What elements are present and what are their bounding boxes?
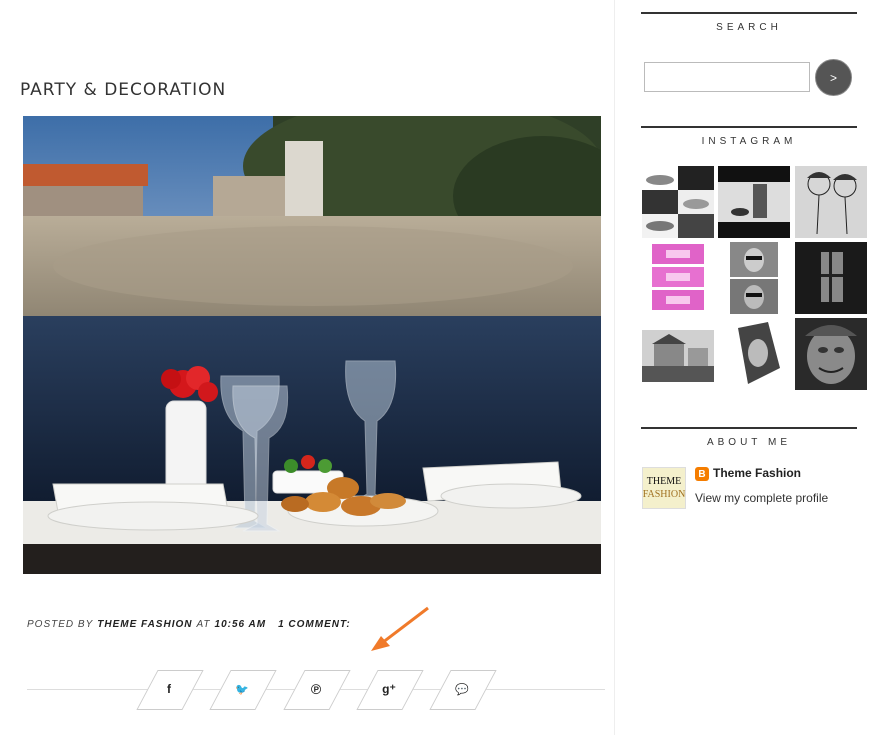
post-image	[23, 116, 601, 574]
instagram-photo-hand[interactable]	[718, 318, 790, 390]
search-button[interactable]: >	[815, 59, 852, 96]
sidebar: SEARCH > INSTAGRAM ABOUT ME THEME FASHIO…	[615, 0, 896, 735]
search-widget-title: SEARCH	[641, 12, 857, 33]
twitter-icon: 🐦	[235, 683, 249, 696]
main-column: PARTY & DECORATION POSTED BY THEME FASHI…	[0, 0, 615, 735]
instagram-photo-pink-cards[interactable]	[642, 242, 714, 314]
share-twitter-button[interactable]: 🐦	[209, 670, 277, 710]
share-comment-button[interactable]: 💬	[429, 670, 497, 710]
about-widget-title: ABOUT ME	[641, 427, 857, 448]
post-time[interactable]: 10:56 AM	[215, 619, 267, 630]
profile-avatar[interactable]: THEME FASHION	[642, 467, 686, 509]
instagram-photo-old-woman[interactable]	[795, 318, 867, 390]
instagram-widget-title: INSTAGRAM	[641, 126, 857, 147]
share-pinterest-button[interactable]: ℗	[283, 670, 351, 710]
post-title[interactable]: PARTY & DECORATION	[20, 80, 226, 100]
instagram-photo-sketch[interactable]	[795, 166, 867, 238]
posted-by-label: Posted by	[27, 619, 94, 630]
facebook-icon: f	[167, 682, 171, 696]
orange-arrow-annotation	[371, 606, 429, 651]
instagram-photo-window[interactable]	[795, 242, 867, 314]
pinterest-icon: ℗	[310, 681, 322, 697]
blogger-icon: B	[695, 467, 709, 481]
instagram-photo-house[interactable]	[642, 330, 714, 382]
comment-count-link[interactable]: 1 comment:	[278, 619, 351, 630]
view-profile-link[interactable]: View my complete profile	[695, 491, 828, 505]
comment-icon: 💬	[455, 683, 469, 696]
share-google-plus-button[interactable]: g⁺	[356, 670, 424, 710]
post-footer: Posted by Theme Fashion at 10:56 AM 1 commen…	[27, 619, 351, 630]
share-facebook-button[interactable]: f	[136, 670, 204, 710]
profile-name-link[interactable]: Theme Fashion	[713, 466, 801, 480]
instagram-photo-cars[interactable]	[642, 166, 714, 238]
instagram-photo-selfies[interactable]	[718, 242, 790, 314]
avatar-text-line2: FASHION	[642, 489, 686, 500]
search-input[interactable]	[644, 62, 810, 92]
avatar-text-line1: THEME	[646, 476, 682, 487]
post-author[interactable]: Theme Fashion	[97, 619, 192, 630]
at-label: at	[196, 619, 211, 630]
instagram-photo-street[interactable]	[718, 166, 790, 238]
google-plus-icon: g⁺	[382, 682, 396, 696]
